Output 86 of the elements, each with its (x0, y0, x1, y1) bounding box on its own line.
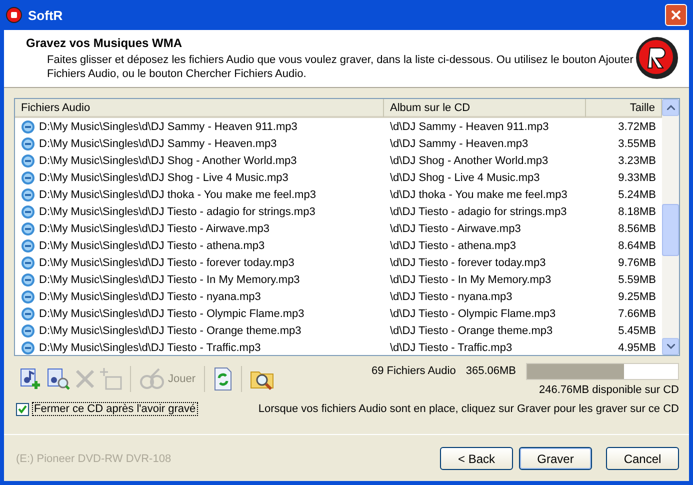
delete-icon (74, 368, 96, 390)
file-path: D:\My Music\Singles\d\DJ Tiesto - Traffic.mp3 (39, 342, 261, 354)
scroll-up-button[interactable] (662, 99, 679, 116)
album-path: \d\DJ Tiesto - forever today.mp3 (390, 256, 546, 268)
file-size: 3.72MB (618, 120, 656, 132)
album-path: \d\DJ Tiesto - Orange theme.mp3 (390, 324, 553, 336)
window-title: SoftR (28, 8, 64, 22)
audio-file-icon (21, 222, 35, 236)
album-path: \d\DJ Sammy - Heaven.mp3 (390, 138, 528, 150)
add-music-icon (18, 367, 42, 391)
audio-file-list[interactable] (14, 98, 680, 356)
file-path: D:\My Music\Singles\d\DJ Tiesto - Olympic Flame.mp3 (39, 308, 304, 320)
file-path: D:\My Music\Singles\d\DJ Tiesto - nyana.mp3 (39, 290, 261, 302)
file-count: 69 Fichiers Audio (371, 365, 456, 377)
file-path: D:\My Music\Singles\d\DJ Tiesto - athena.mp3 (39, 240, 265, 252)
album-path: \d\DJ Tiesto - Traffic.mp3 (390, 342, 512, 354)
file-size: 7.66MB (618, 308, 656, 320)
file-size: 3.23MB (618, 154, 656, 166)
file-size: 5.59MB (618, 274, 656, 286)
dialog-button[interactable]: Graver (519, 447, 592, 470)
dialog-button[interactable]: < Back (440, 447, 513, 470)
album-path: \d\DJ Tiesto - Airwave.mp3 (390, 222, 521, 234)
file-path: D:\My Music\Singles\d\DJ Tiesto - forever today.mp3 (39, 256, 294, 268)
album-path: \d\DJ thoka - You make me feel.mp3 (390, 188, 568, 200)
file-path: D:\My Music\Singles\d\DJ Tiesto - Airwave.mp3 (39, 222, 270, 234)
hint-text: Lorsque vos fichiers Audio sont en place, cliquez sur Graver pour les graver sur ce CD (258, 403, 679, 415)
page-description: Faites glisser et déposez les fichiers Audio que vous voulez graver, dans la liste ci-dessous. Ou utilisez le bouton Ajouter Fichiers Audio, ou le bouton Chercher Fichiers Audio. (46, 53, 634, 81)
scroll-down-button[interactable] (662, 338, 679, 355)
audio-file-icon (21, 170, 35, 184)
file-path: D:\My Music\Singles\d\DJ thoka - You make me feel.mp3 (39, 188, 316, 200)
album-path: \d\DJ Tiesto - athena.mp3 (390, 240, 516, 252)
album-path: \d\DJ Tiesto - nyana.mp3 (390, 290, 512, 302)
audio-file-icon (21, 204, 35, 218)
audio-file-icon (21, 120, 35, 134)
column-header[interactable]: Album sur le CD (384, 99, 586, 117)
file-size: 4.95MB (618, 342, 656, 354)
chevron-up-icon (666, 105, 674, 110)
file-size: 8.18MB (618, 206, 656, 218)
app-logo-icon (6, 7, 22, 23)
app-logo-icon (635, 36, 679, 80)
total-size: 365.06MB (466, 365, 516, 377)
album-path: \d\DJ Tiesto - Olympic Flame.mp3 (390, 308, 556, 320)
drive-name: (E:) Pioneer DVD-RW DVR-108 (16, 452, 172, 464)
scrollbar-thumb[interactable] (662, 204, 679, 256)
music-search-icon (46, 367, 70, 391)
page-title: Gravez vos Musiques WMA (26, 36, 184, 50)
file-path: D:\My Music\Singles\d\DJ Shog - Another World.mp3 (39, 154, 297, 166)
new-folder-icon (100, 367, 122, 391)
album-path: \d\DJ Shog - Another World.mp3 (390, 154, 548, 166)
file-path: D:\My Music\Singles\d\DJ Tiesto - In My Memory.mp3 (39, 274, 300, 286)
audio-file-icon (21, 136, 35, 150)
audio-file-icon (21, 340, 35, 354)
audio-file-icon (21, 324, 35, 338)
file-size: 5.24MB (618, 188, 656, 200)
chevron-down-icon (666, 344, 674, 349)
file-path: D:\My Music\Singles\d\DJ Sammy - Heaven.mp3 (39, 138, 277, 150)
audio-file-icon (21, 188, 35, 202)
audio-file-icon (21, 238, 35, 252)
close-icon (670, 9, 682, 21)
file-path: D:\My Music\Singles\d\DJ Shog - Live 4 Music.mp3 (39, 172, 288, 184)
file-size: 9.25MB (618, 290, 656, 302)
audio-file-icon (21, 256, 35, 270)
audio-file-icon (21, 154, 35, 168)
dialog-button[interactable]: Cancel (606, 447, 679, 470)
file-size: 9.76MB (618, 256, 656, 268)
file-size: 9.33MB (618, 172, 656, 184)
play-icon (139, 367, 165, 391)
audio-file-icon (21, 272, 35, 286)
file-path: D:\My Music\Singles\d\DJ Tiesto - Orange theme.mp3 (39, 324, 302, 336)
file-path: D:\My Music\Singles\d\DJ Sammy - Heaven 911.mp3 (39, 120, 298, 132)
album-path: \d\DJ Tiesto - In My Memory.mp3 (390, 274, 552, 286)
album-path: \d\DJ Tiesto - adagio for strings.mp3 (390, 206, 567, 218)
file-size: 8.64MB (618, 240, 656, 252)
refresh-icon (212, 367, 233, 391)
album-path: \d\DJ Shog - Live 4 Music.mp3 (390, 172, 540, 184)
free-space: 246.76MB disponible sur CD (538, 384, 679, 396)
file-path: D:\My Music\Singles\d\DJ Tiesto - adagio for strings.mp3 (39, 206, 316, 218)
close-button[interactable] (665, 4, 687, 26)
album-path: \d\DJ Sammy - Heaven 911.mp3 (390, 120, 549, 132)
checkbox[interactable] (16, 402, 29, 416)
file-size: 3.55MB (618, 138, 656, 150)
file-size: 5.45MB (618, 324, 656, 336)
file-size: 8.56MB (618, 222, 656, 234)
audio-file-icon (21, 306, 35, 320)
column-header[interactable]: Fichiers Audio (15, 99, 384, 117)
audio-file-icon (21, 290, 35, 304)
